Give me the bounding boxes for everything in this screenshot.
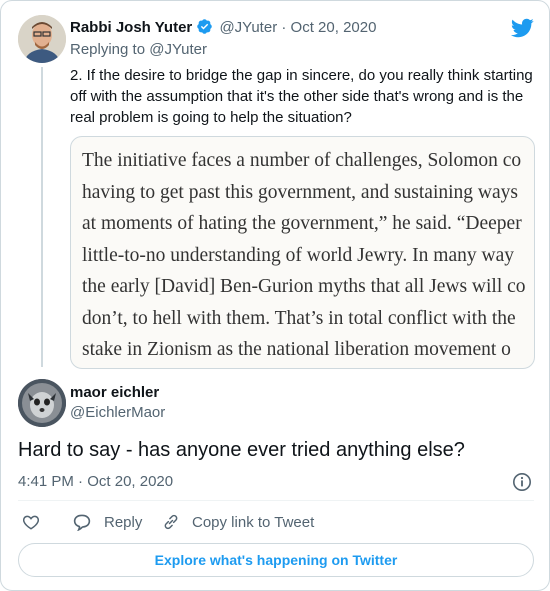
article-excerpt-text: The initiative faces a number of challen… (82, 145, 534, 366)
replying-to-prefix: Replying to (70, 41, 146, 58)
info-icon[interactable] (512, 472, 532, 497)
meta-separator: · (281, 19, 287, 36)
article-excerpt-line: at moments of hating the government,” he… (82, 213, 522, 234)
reply-icon (73, 514, 91, 531)
copy-link-label: Copy link to Tweet (192, 513, 315, 531)
tweet-date[interactable]: Oct 20, 2020 (87, 473, 173, 490)
article-excerpt-line: the early [David] Ben-Gurion myths that … (82, 276, 526, 297)
replying-to-handle[interactable]: @JYuter (149, 41, 207, 58)
meta-separator: · (78, 473, 84, 490)
tweet-image-article-excerpt[interactable]: The initiative faces a number of challen… (70, 136, 535, 369)
article-excerpt-line: don’t, to hell with them. That’s in tota… (82, 307, 516, 329)
tweet-time[interactable]: 4:41 PM (18, 473, 74, 490)
main-tweet-text: Hard to say - has anyone ever tried anyt… (18, 439, 465, 461)
article-excerpt-line: The initiative faces a number of challen… (82, 150, 522, 171)
replying-to: Replying to @JYuter (70, 41, 207, 58)
reply-button[interactable]: Reply (72, 513, 142, 531)
author-name[interactable]: Rabbi Josh Yuter (70, 19, 192, 36)
tweet-date[interactable]: Oct 20, 2020 (291, 19, 377, 36)
parent-tweet-header: Rabbi Josh Yuter @JYuter · Oct 20, 2020 (70, 18, 376, 39)
tweet-timestamp[interactable]: 4:41 PM · Oct 20, 2020 (18, 473, 173, 490)
article-excerpt-line: stake in Zionism as the national liberat… (82, 339, 511, 360)
author-handle[interactable]: @JYuter (219, 19, 277, 36)
link-icon (164, 514, 178, 530)
author-handle[interactable]: @EichlerMaor (70, 404, 165, 421)
twitter-bird-icon[interactable] (510, 16, 534, 45)
author-name[interactable]: maor eichler (70, 384, 159, 401)
explore-twitter-button[interactable]: Explore what's happening on Twitter (18, 543, 534, 577)
verified-badge-icon (196, 18, 213, 39)
avatar-maor-eichler[interactable] (18, 379, 66, 427)
article-excerpt-line: little-to-no understanding of world Jewr… (82, 244, 514, 266)
thread-connector-line (41, 67, 43, 367)
like-button[interactable] (22, 513, 52, 531)
reply-label: Reply (104, 513, 143, 531)
article-excerpt-line: having to get past this government, and … (82, 181, 518, 203)
avatar-josh-yuter[interactable] (18, 15, 66, 63)
copy-link-button[interactable]: Copy link to Tweet (162, 513, 314, 531)
divider (18, 500, 534, 501)
parent-tweet-text: 2. If the desire to bridge the gap in si… (70, 67, 533, 126)
embedded-tweet-card: Rabbi Josh Yuter @JYuter · Oct 20, 2020 … (0, 0, 550, 591)
heart-icon (22, 515, 40, 530)
